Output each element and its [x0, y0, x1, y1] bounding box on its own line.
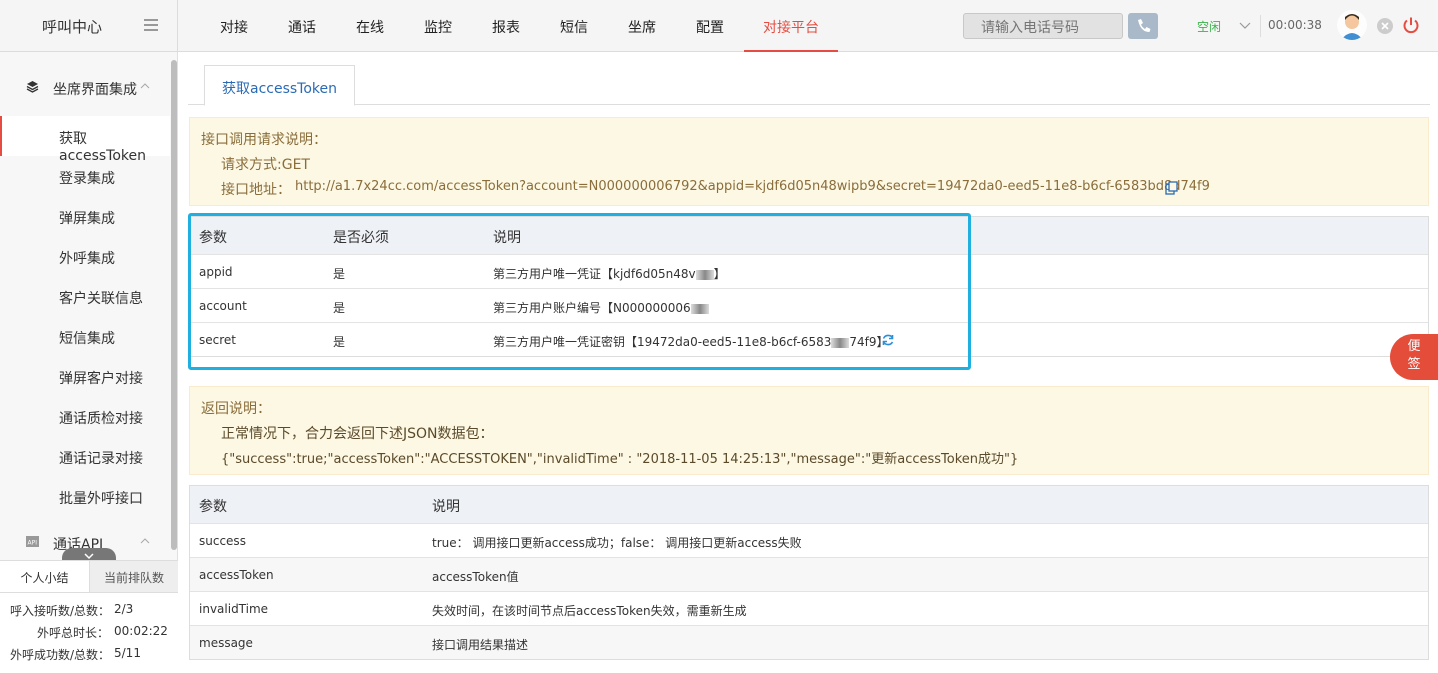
phone-input[interactable]	[963, 13, 1123, 39]
sticky-note-button[interactable]: 便 签	[1390, 334, 1438, 380]
response-title: 返回说明：	[201, 401, 271, 417]
nav-item-report[interactable]: 报表	[472, 0, 540, 52]
table-header: 参数 说明	[190, 486, 1428, 523]
summary-value: 2/3	[114, 602, 134, 616]
table-row: invalidTime 失效时间，在该时间节点后accessToken失效，需重…	[190, 591, 1428, 625]
summary-panel: 个人小结 当前排队数 呼入接听数/总数： 2/3 外呼总时长： 00:02:22…	[0, 560, 178, 673]
request-method: 请求方式:GET	[221, 157, 310, 173]
sidebar-group-label: 坐席界面集成	[53, 82, 137, 98]
response-info: 返回说明： 正常情况下，合力会返回下述JSON数据包： {"success":t…	[189, 386, 1429, 475]
table-row: success true： 调用接口更新access成功；false： 调用接口…	[190, 523, 1428, 557]
field-name: invalidTime	[199, 602, 269, 616]
table-row: message 接口调用结果描述	[190, 625, 1428, 659]
tab-bar: 获取accessToken	[188, 65, 1430, 106]
sidebar-item-get-access-token[interactable]: 获取accessToken	[0, 116, 170, 164]
response-desc: 正常情况下，合力会返回下述JSON数据包：	[221, 426, 494, 442]
sidebar-scrollbar[interactable]	[171, 60, 177, 550]
menu-icon[interactable]	[144, 19, 158, 31]
sticky-label: 签	[1407, 357, 1421, 372]
sidebar-group-agent-ui[interactable]: 坐席界面集成	[0, 67, 170, 107]
call-timer: 00:00:38	[1268, 18, 1322, 32]
nav-item-call[interactable]: 通话	[268, 0, 336, 52]
phone-icon	[1138, 19, 1151, 32]
nav-item-platform[interactable]: 对接平台	[744, 0, 838, 52]
tab-personal-summary[interactable]: 个人小结	[0, 561, 89, 592]
highlight-box	[188, 213, 971, 370]
nav-item-monitor[interactable]: 监控	[404, 0, 472, 52]
sidebar-item-call-records[interactable]: 通话记录对接	[0, 436, 170, 476]
main-nav: 对接 通话 在线 监控 报表 短信 坐席 配置 对接平台	[200, 0, 838, 52]
sidebar-item-sms[interactable]: 短信集成	[0, 316, 170, 356]
fields-table: 参数 说明 success true： 调用接口更新access成功；false…	[189, 485, 1429, 660]
chevron-up-icon	[140, 83, 150, 89]
app-title: 呼叫中心	[42, 18, 103, 36]
chevron-down-icon[interactable]	[1238, 18, 1252, 32]
divider	[1260, 15, 1261, 37]
call-button[interactable]	[1128, 13, 1158, 39]
tab-get-access-token[interactable]: 获取accessToken	[204, 65, 355, 106]
copy-icon[interactable]	[1165, 181, 1179, 195]
request-title: 接口调用请求说明：	[201, 132, 327, 148]
nav-item-config[interactable]: 配置	[676, 0, 744, 52]
field-desc: true： 调用接口更新access成功；false： 调用接口更新access…	[432, 536, 802, 550]
field-name: accessToken	[199, 568, 274, 582]
sidebar-item-outbound[interactable]: 外呼集成	[0, 236, 170, 276]
summary-value: 00:02:22	[114, 624, 168, 638]
summary-label: 外呼成功数/总数：	[10, 648, 111, 662]
api-icon: API	[26, 536, 39, 547]
summary-label: 外呼总时长：	[37, 626, 110, 640]
top-bar: 呼叫中心 对接 通话 在线 监控 报表 短信 坐席 配置 对接平台 空闲 00:…	[0, 0, 1438, 52]
sidebar-item-quality[interactable]: 通话质检对接	[0, 396, 170, 436]
summary-label: 呼入接听数/总数：	[10, 604, 111, 618]
nav-item-duijie[interactable]: 对接	[200, 0, 268, 52]
field-desc: accessToken值	[432, 570, 519, 584]
chevron-down-icon	[84, 553, 94, 560]
summary-value: 5/11	[114, 646, 141, 660]
layers-icon	[26, 81, 39, 93]
request-info: 接口调用请求说明： 请求方式:GET 接口地址： http://a1.7x24c…	[189, 117, 1429, 206]
sidebar-item-popup-customer[interactable]: 弹屏客户对接	[0, 356, 170, 396]
column-header: 参数	[199, 499, 227, 515]
nav-item-sms[interactable]: 短信	[540, 0, 608, 52]
brand: 呼叫中心	[0, 0, 178, 52]
sidebar-item-customer-info[interactable]: 客户关联信息	[0, 276, 170, 316]
column-header: 说明	[432, 499, 460, 515]
field-desc: 失效时间，在该时间节点后accessToken失效，需重新生成	[432, 604, 747, 618]
sidebar-item-login[interactable]: 登录集成	[0, 156, 170, 196]
sidebar: 坐席界面集成 获取accessToken 登录集成 弹屏集成 外呼集成 客户关联…	[0, 52, 178, 673]
request-url-label: 接口地址：	[221, 182, 291, 198]
response-json: {"success":true;"accessToken":"ACCESSTOK…	[221, 452, 1019, 467]
nav-item-online[interactable]: 在线	[336, 0, 404, 52]
svg-text:API: API	[28, 540, 38, 547]
avatar[interactable]	[1337, 10, 1367, 40]
table-row: accessToken accessToken值	[190, 557, 1428, 591]
tab-queue-count[interactable]: 当前排队数	[89, 561, 178, 592]
field-name: message	[199, 636, 253, 650]
sidebar-item-batch-outbound[interactable]: 批量外呼接口	[0, 476, 170, 516]
collapse-handle[interactable]	[62, 548, 116, 560]
sticky-label: 便	[1407, 339, 1421, 354]
chevron-up-icon	[140, 538, 150, 544]
sidebar-item-popup[interactable]: 弹屏集成	[0, 196, 170, 236]
nav-item-agent[interactable]: 坐席	[608, 0, 676, 52]
power-icon[interactable]	[1402, 16, 1420, 34]
field-desc: 接口调用结果描述	[432, 638, 529, 652]
agent-status: 空闲	[1197, 20, 1222, 34]
field-name: success	[199, 534, 246, 548]
request-url: http://a1.7x24cc.com/accessToken?account…	[295, 179, 1210, 194]
close-circle-icon[interactable]	[1377, 18, 1393, 34]
